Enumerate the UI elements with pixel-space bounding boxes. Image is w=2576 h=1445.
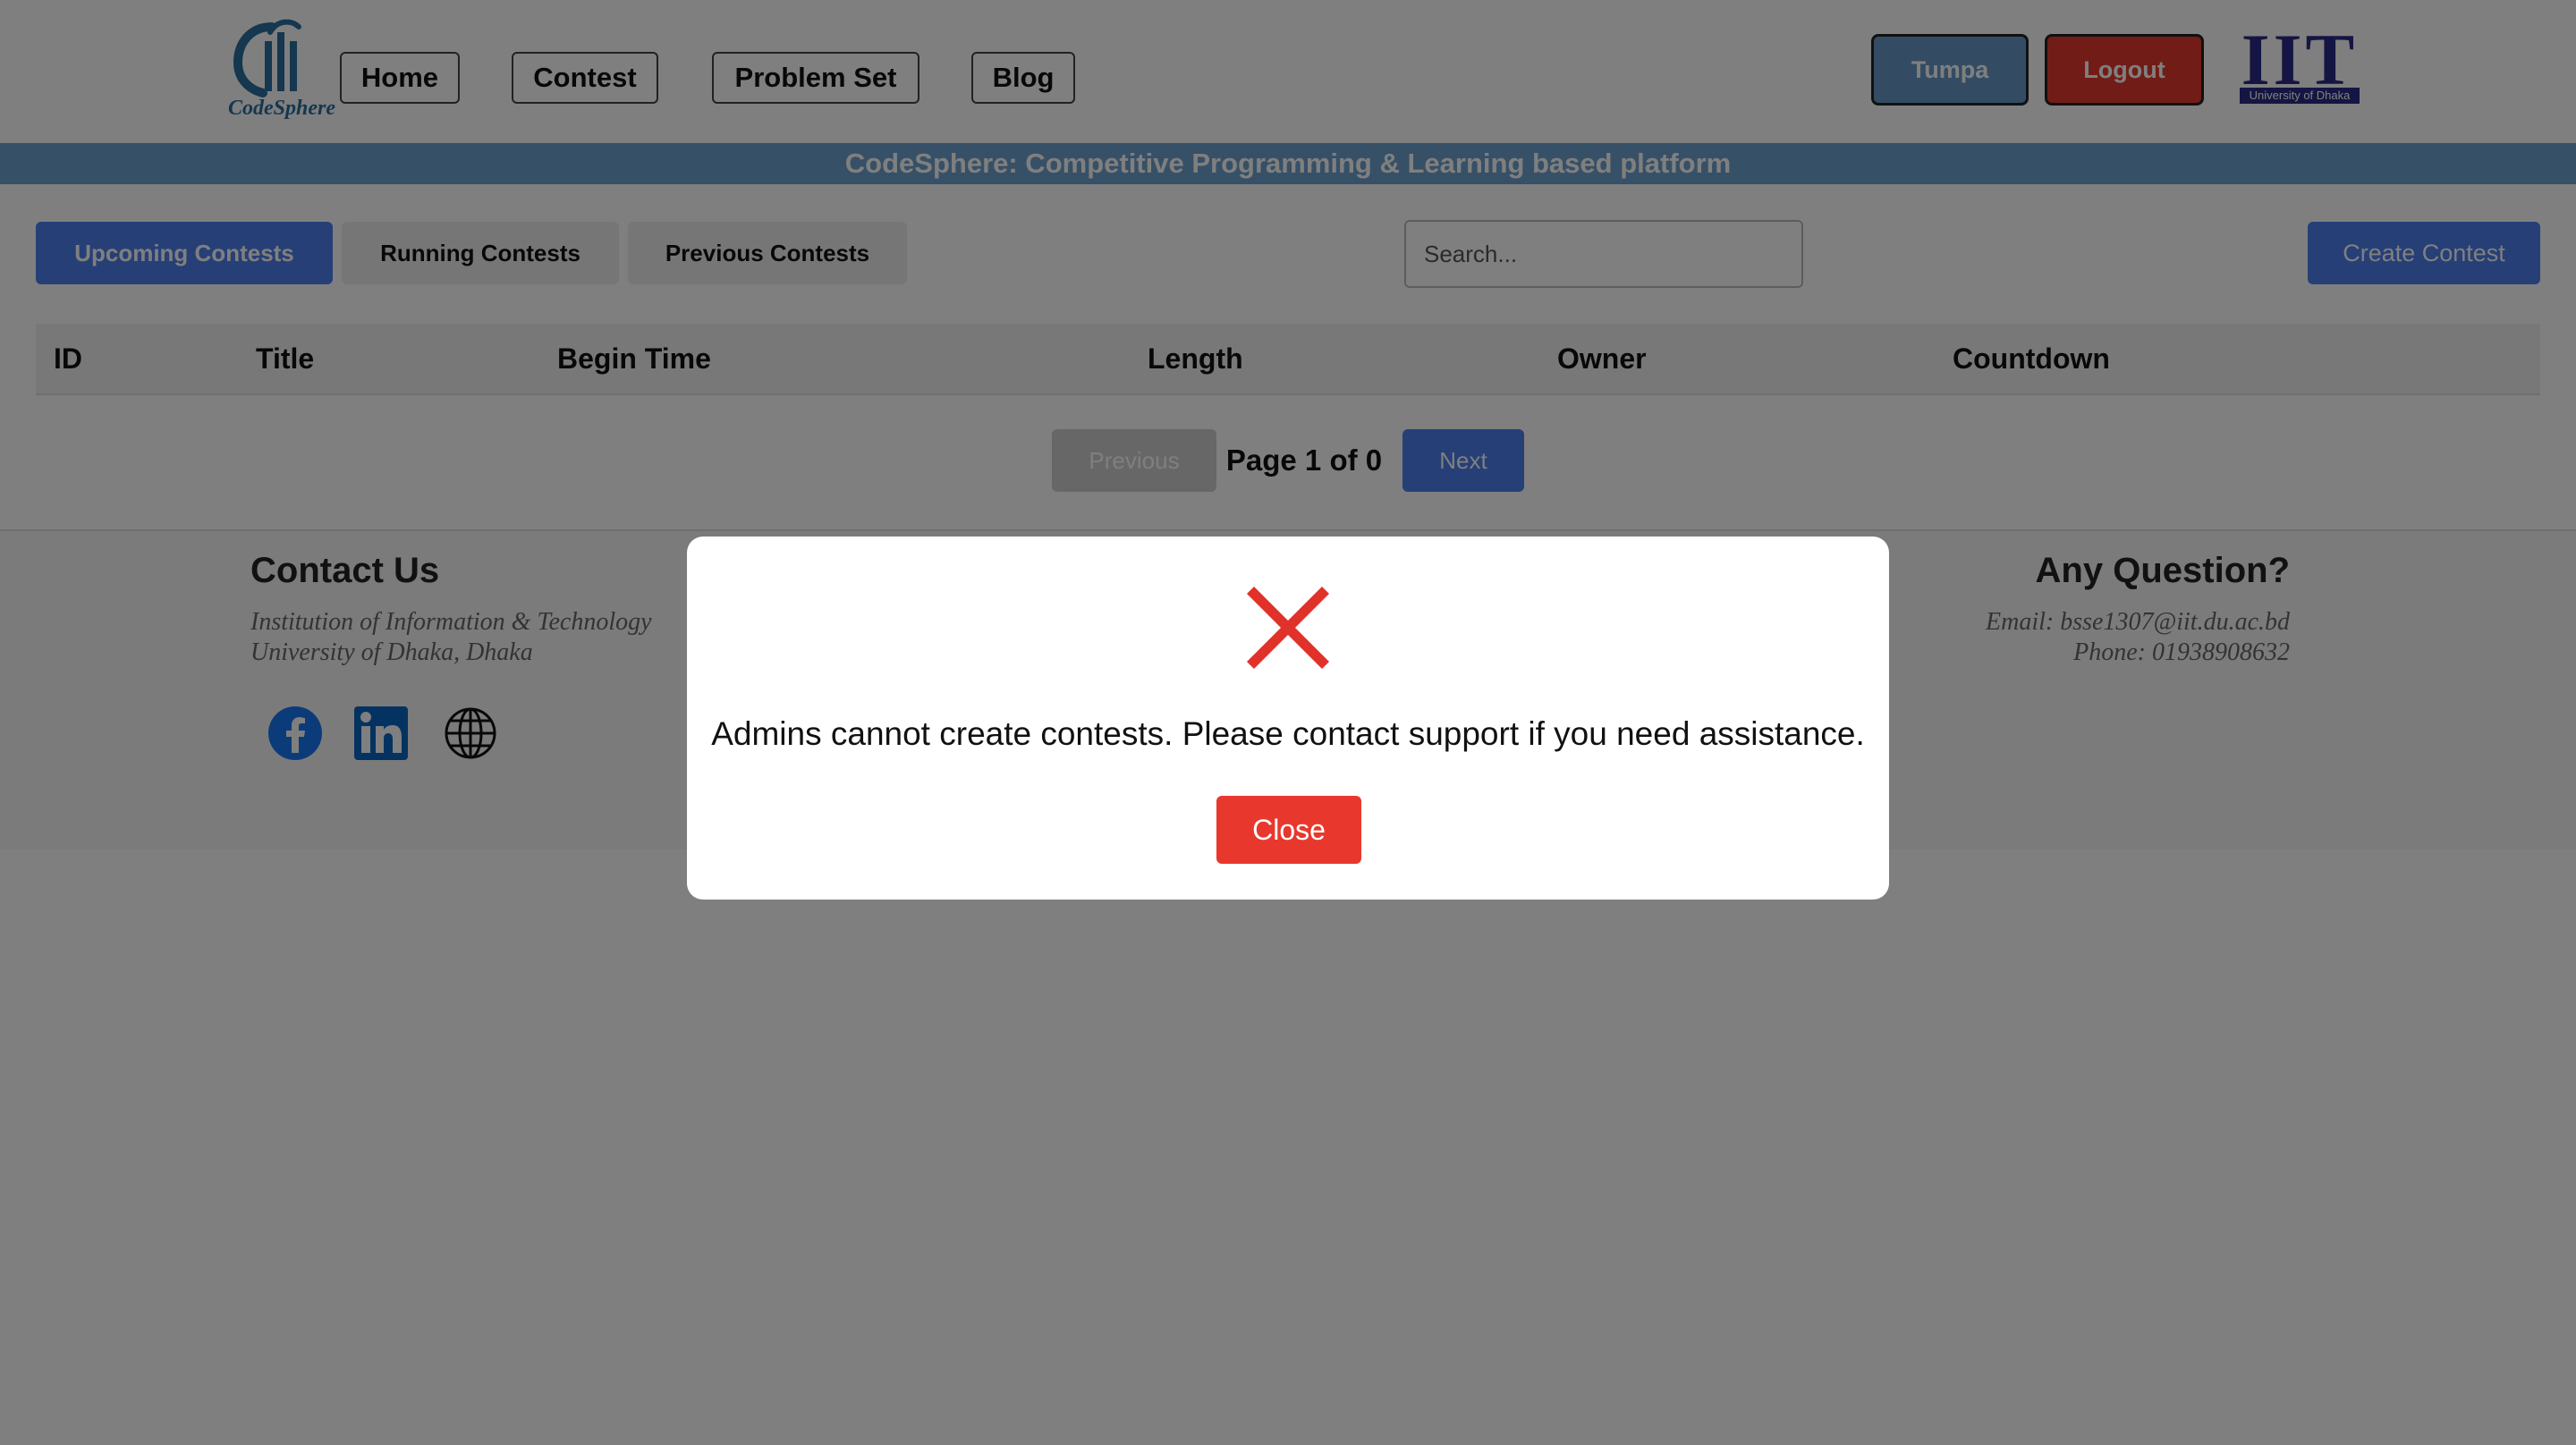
- error-message: Admins cannot create contests. Please co…: [711, 715, 1865, 752]
- close-button[interactable]: Close: [1216, 796, 1361, 864]
- error-dialog: Admins cannot create contests. Please co…: [687, 537, 1889, 900]
- error-x-icon: [1247, 587, 1329, 669]
